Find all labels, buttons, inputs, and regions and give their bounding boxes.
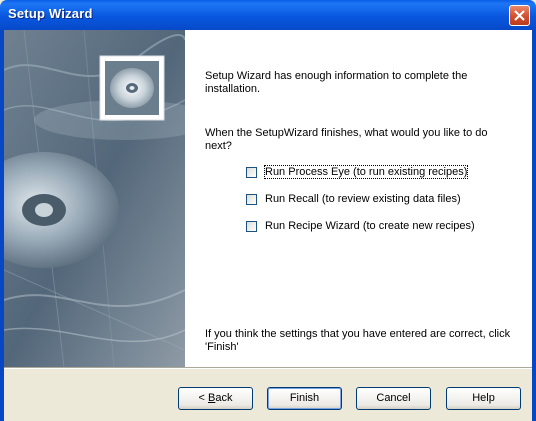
intro-text: Setup Wizard has enough information to c… (205, 70, 468, 95)
window-frame-right (532, 30, 536, 421)
wizard-side-image (4, 30, 185, 367)
setup-wizard-window: Setup Wizard Setup Wizard has enough inf… (0, 0, 536, 421)
question-text: When the SetupWizard finishes, what woul… (205, 127, 488, 152)
option-label-run-recipe-wizard[interactable]: Run Recipe Wizard (to create new recipes… (265, 220, 475, 232)
cd-artwork-image (4, 30, 185, 367)
back-button-prefix: < (198, 392, 208, 404)
help-button[interactable]: Help (446, 387, 521, 410)
back-button[interactable]: < Back (178, 387, 253, 410)
finish-hint-text: If you think the settings that you have … (205, 328, 511, 353)
wizard-content-panel: Setup Wizard has enough information to c… (185, 30, 532, 367)
cancel-button[interactable]: Cancel (356, 387, 431, 410)
button-bar-separator-highlight (4, 368, 532, 369)
finish-button[interactable]: Finish (267, 387, 342, 410)
option-label-run-recall[interactable]: Run Recall (to review existing data file… (265, 193, 461, 205)
checkbox-run-recall[interactable] (246, 194, 257, 205)
option-label-run-process-eye[interactable]: Run Process Eye (to run existing recipes… (263, 165, 469, 179)
checkbox-run-recipe-wizard[interactable] (246, 221, 257, 232)
checkbox-run-process-eye[interactable] (246, 167, 257, 178)
title-bar[interactable]: Setup Wizard (0, 0, 536, 30)
close-icon (514, 10, 525, 21)
back-button-rest: ack (215, 392, 233, 404)
close-button[interactable] (509, 5, 530, 26)
window-title: Setup Wizard (8, 6, 93, 21)
